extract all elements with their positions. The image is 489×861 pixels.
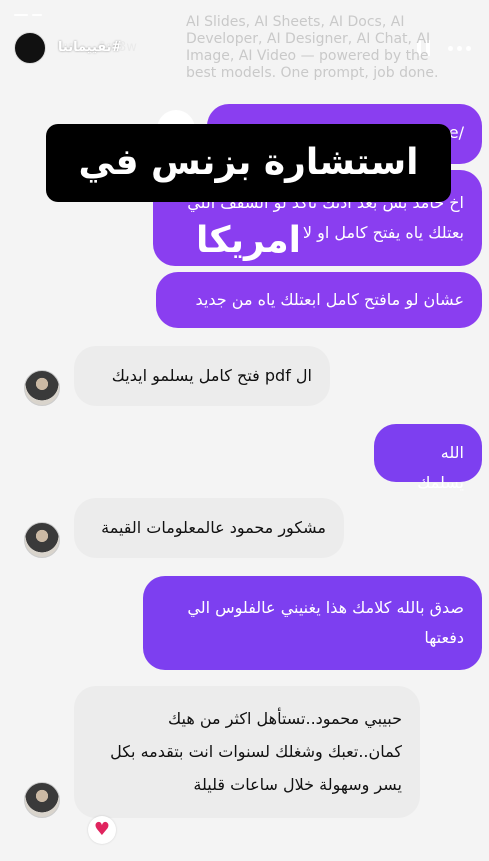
progress-segment [14, 14, 28, 16]
story-title-banner: استشارة بزنس في امريكا [46, 124, 451, 261]
contact-avatar[interactable] [24, 782, 60, 818]
progress-segment [32, 14, 42, 16]
overlay-ad-text: AI Slides, AI Sheets, AI Docs, AI Develo… [186, 14, 439, 81]
message-bubble-received: مشكور محمود عالمعلومات القيمة [74, 498, 344, 558]
heart-reaction-icon: ♥ [88, 816, 116, 844]
account-username[interactable]: تقييماتنا# [58, 40, 122, 55]
contact-avatar[interactable] [24, 370, 60, 406]
message-bubble-sent: الله يسلمك [374, 424, 482, 492]
message-bubble-sent: عشان لو مافتح كامل ابعتلك ياه من جديد [156, 272, 482, 328]
message-bubble-sent: صدق بالله كلامك هذا يغنيني عالفلوس الي د… [143, 576, 482, 670]
message-bubble-received: ال pdf فتح كامل يسلمو ايديك [74, 346, 330, 406]
contact-avatar[interactable] [24, 522, 60, 558]
account-avatar[interactable] [14, 32, 46, 64]
post-time: 8w [118, 40, 137, 55]
message-bubble-received: حبيبي محمود..تستأهل اكثر من هيك كمان..تع… [74, 686, 420, 818]
